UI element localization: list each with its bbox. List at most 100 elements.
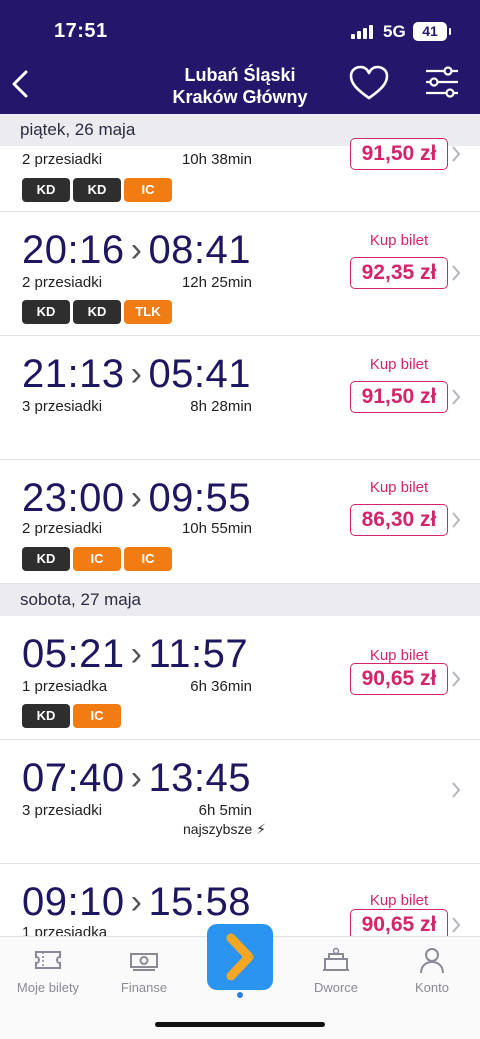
arrow-icon: ›: [130, 355, 143, 393]
tab-label: Moje bilety: [16, 980, 80, 995]
travel-duration: 6h 36min: [190, 678, 252, 695]
connection-row[interactable]: 05:21 › 11:57 1 przesiadka 6h 36min KD IC …: [0, 616, 480, 740]
arrival-time: 09:55: [148, 476, 252, 520]
carrier-badge: TLK: [124, 300, 172, 324]
arrow-icon: ›: [130, 759, 143, 797]
changes-count: 2 przesiadki: [22, 274, 103, 291]
travel-duration: 8h 28min: [190, 398, 252, 415]
connection-list[interactable]: piątek, 26 maja 2 przesiadki 10h 38min K…: [0, 114, 480, 936]
fastest-label: najszybsze ⚡: [183, 821, 266, 838]
tab-label: Finanse: [120, 980, 168, 995]
buy-ticket-label[interactable]: Kup bilet: [350, 356, 448, 373]
connection-row[interactable]: 23:00 › 09:55 2 przesiadki 10h 55min KD IC…: [0, 460, 480, 584]
chevron-right-icon: [452, 512, 461, 528]
battery-level: 41: [422, 23, 438, 39]
tab-my-tickets[interactable]: Moje bilety: [0, 947, 96, 995]
price-button[interactable]: 91,50 zł: [350, 381, 448, 413]
changes-count: 2 przesiadki: [22, 520, 103, 537]
price-button[interactable]: 86,30 zł: [350, 504, 448, 536]
arrival-time: 08:41: [148, 228, 252, 272]
departure-time: 21:13: [22, 352, 125, 396]
price-button[interactable]: 92,35 zł: [350, 257, 448, 289]
ticket-icon: [35, 951, 61, 969]
chevron-right-icon: [452, 146, 461, 162]
travel-duration: 10h 38min: [181, 151, 252, 168]
sliders-icon: [426, 66, 458, 98]
changes-count: 2 przesiadki: [22, 151, 103, 168]
arrival-time: 05:41: [148, 352, 252, 396]
connection-times: 09:10 › 15:58: [22, 880, 251, 925]
chevron-right-icon: [452, 265, 461, 281]
departure-time: 07:40: [22, 756, 125, 800]
departure-time: 20:16: [22, 228, 125, 272]
home-indicator: [155, 1022, 325, 1027]
changes-count: 3 przesiadki: [22, 802, 103, 819]
travel-duration: 6h 5min: [198, 802, 252, 819]
search-connection-button[interactable]: [207, 924, 273, 990]
connection-times: 05:21 › 11:57: [22, 632, 248, 677]
arrow-icon: ›: [130, 479, 143, 517]
connection-row[interactable]: 07:40 › 13:45 3 przesiadki 6h 5min najszyb…: [0, 740, 480, 864]
fastest-text: najszybsze: [183, 821, 253, 837]
connection-times: 07:40 › 13:45: [22, 756, 251, 801]
connection-times: 20:16 › 08:41: [22, 228, 251, 273]
price-button[interactable]: 90,65 zł: [350, 663, 448, 695]
carrier-badge: KD: [73, 300, 121, 324]
app-header: 17:51 5G 41 Lubań Śląski Kraków Główny: [0, 0, 480, 114]
arrival-time: 15:58: [148, 880, 252, 924]
carrier-badge: IC: [124, 547, 172, 571]
changes-count: 3 przesiadki: [22, 398, 103, 415]
chevron-right-icon: [452, 671, 461, 687]
status-time: 17:51: [54, 20, 108, 42]
signal-icon: [351, 25, 377, 39]
account-icon: [420, 948, 444, 973]
lightning-icon: ⚡: [256, 821, 266, 837]
tab-stations[interactable]: Dworce: [288, 947, 384, 995]
travel-duration: 12h 25min: [181, 274, 252, 291]
arrow-icon: ›: [130, 883, 143, 921]
price-button[interactable]: 90,65 zł: [350, 909, 448, 936]
arrival-time: 11:57: [148, 632, 249, 676]
carrier-badge: KD: [22, 704, 70, 728]
back-button[interactable]: [6, 64, 42, 104]
chevron-left-icon: [12, 70, 28, 98]
network-type: 5G: [383, 22, 406, 41]
connection-row[interactable]: 2 przesiadki 10h 38min KD KD IC 91,50 zł: [0, 138, 480, 212]
tab-label: Konto: [415, 980, 449, 995]
connection-row[interactable]: 20:16 › 08:41 2 przesiadki 12h 25min KD KD…: [0, 212, 480, 336]
carrier-badge: IC: [73, 704, 121, 728]
chevron-right-icon: [452, 917, 461, 933]
buy-ticket-label[interactable]: Kup bilet: [350, 479, 448, 496]
money-icon: [130, 953, 158, 971]
active-dot: [237, 992, 243, 998]
route-title: Lubań Śląski Kraków Główny: [140, 64, 340, 108]
connection-times: 23:00 › 09:55: [22, 476, 251, 521]
battery-icon: 41: [413, 22, 451, 41]
tab-finance[interactable]: Finanse: [96, 947, 192, 995]
carrier-badge: IC: [73, 547, 121, 571]
chevron-right-icon: [452, 389, 461, 405]
changes-count: 1 przesiadka: [22, 924, 108, 936]
tab-account[interactable]: Konto: [384, 947, 480, 995]
carrier-badge: KD: [22, 547, 70, 571]
tab-label: Dworce: [313, 980, 359, 995]
connection-row[interactable]: 21:13 › 05:41 3 przesiadki 8h 28min Kup bi…: [0, 336, 480, 460]
arrow-icon: ›: [130, 635, 143, 673]
favorite-button[interactable]: [348, 64, 390, 104]
station-icon: [323, 947, 349, 971]
arrow-icon: ›: [130, 231, 143, 269]
buy-ticket-label[interactable]: Kup bilet: [350, 892, 448, 909]
carrier-badge: KD: [22, 300, 70, 324]
filter-button[interactable]: [420, 64, 464, 104]
departure-time: 05:21: [22, 632, 125, 676]
carrier-badge: KD: [73, 178, 121, 202]
day-header: sobota, 27 maja: [0, 584, 480, 616]
travel-duration: 10h 55min: [181, 520, 252, 537]
buy-ticket-label[interactable]: Kup bilet: [350, 232, 448, 249]
connection-times: 21:13 › 05:41: [22, 352, 251, 397]
heart-icon: [349, 65, 389, 100]
route-destination: Kraków Główny: [172, 87, 308, 107]
price-button[interactable]: 91,50 zł: [350, 138, 448, 170]
buy-ticket-label[interactable]: Kup bilet: [350, 647, 448, 664]
departure-time: 23:00: [22, 476, 125, 520]
